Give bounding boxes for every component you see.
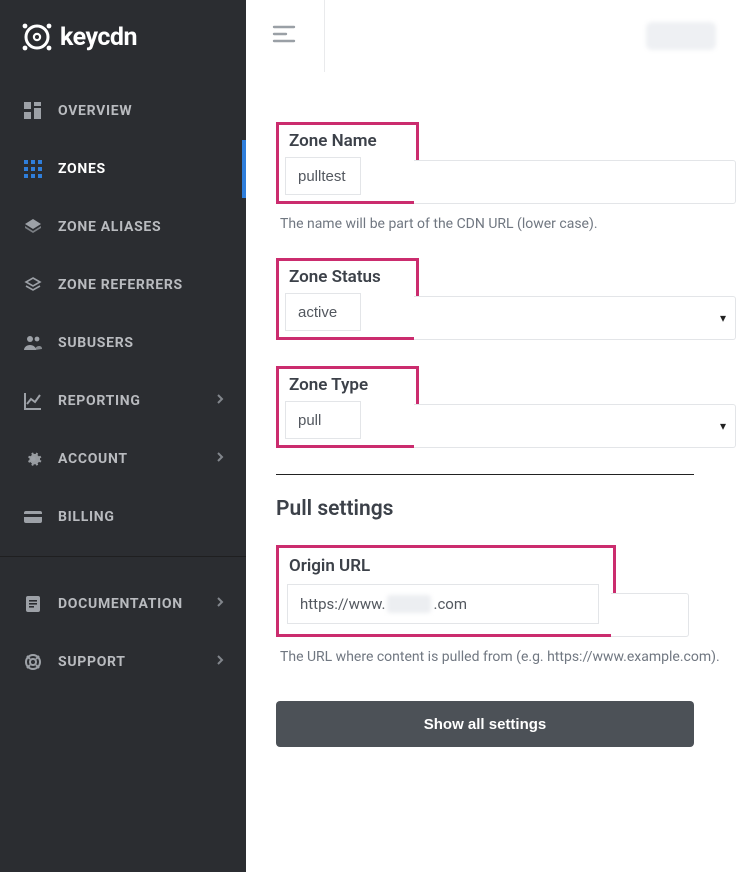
- field-zone-status: Zone Status: [276, 258, 736, 340]
- sidebar-item-label: ACCOUNT: [58, 451, 128, 467]
- sidebar-item-label: REPORTING: [58, 393, 141, 409]
- sidebar-item-label: DOCUMENTATION: [58, 596, 183, 612]
- sidebar-item-zones[interactable]: ZONES: [0, 140, 246, 198]
- highlight-zone-type: Zone Type: [276, 366, 419, 448]
- field-zone-type: Zone Type: [276, 366, 736, 448]
- sidebar-item-overview[interactable]: OVERVIEW: [0, 82, 246, 140]
- highlight-origin-url: Origin URL https://www. .com: [276, 545, 616, 637]
- label-zone-status: Zone Status: [285, 265, 385, 293]
- topbar: [246, 0, 736, 72]
- sidebar-item-label: ZONES: [58, 161, 106, 177]
- sidebar-item-label: BILLING: [58, 509, 115, 525]
- brand-icon: [20, 20, 54, 54]
- origin-url-suffix: .com: [433, 595, 467, 613]
- doc-icon: [22, 593, 44, 615]
- help-zone-name: The name will be part of the CDN URL (lo…: [280, 216, 736, 232]
- label-zone-name: Zone Name: [285, 129, 381, 157]
- chevron-right-icon: [216, 393, 224, 409]
- sidebar-item-label: ZONE REFERRERS: [58, 277, 183, 293]
- zone-status-select[interactable]: [285, 293, 361, 331]
- menu-icon[interactable]: [272, 24, 296, 48]
- brand-name: keycdn: [60, 23, 137, 52]
- chevron-right-icon: [216, 451, 224, 467]
- label-origin-url: Origin URL: [287, 554, 372, 584]
- topbar-divider: [324, 0, 325, 72]
- sidebar-item-label: ZONE ALIASES: [58, 219, 161, 235]
- sidebar-separator: [0, 556, 246, 557]
- sidebar-item-account[interactable]: ACCOUNT: [0, 430, 246, 488]
- lifebuoy-icon: [22, 651, 44, 673]
- zone-name-input[interactable]: [285, 157, 361, 195]
- origin-url-prefix: https://www.: [300, 595, 385, 613]
- nav: OVERVIEW ZONES ZONE ALIASES ZONE REFERRE…: [0, 82, 246, 546]
- highlight-zone-status: Zone Status: [276, 258, 419, 340]
- dashboard-icon: [22, 100, 44, 122]
- nav-secondary: DOCUMENTATION SUPPORT: [0, 575, 246, 691]
- main: Zone Name The name will be part of the C…: [246, 0, 736, 872]
- field-origin-url: Origin URL https://www. .com The URL whe…: [276, 545, 736, 665]
- zone-type-select[interactable]: [285, 401, 361, 439]
- users-icon: [22, 332, 44, 354]
- chevron-right-icon: [216, 654, 224, 670]
- sidebar-item-subusers[interactable]: SUBUSERS: [0, 314, 246, 372]
- origin-url-input[interactable]: https://www. .com: [287, 584, 599, 624]
- sidebar-item-billing[interactable]: BILLING: [0, 488, 246, 546]
- zone-name-input-tail[interactable]: [414, 160, 736, 204]
- card-icon: [22, 506, 44, 528]
- zone-type-select-tail[interactable]: [414, 404, 736, 448]
- sidebar-item-label: SUPPORT: [58, 654, 126, 670]
- chart-icon: [22, 390, 44, 412]
- gear-icon: [22, 448, 44, 470]
- section-title-pull: Pull settings: [276, 497, 736, 521]
- label-zone-type: Zone Type: [285, 373, 372, 401]
- sidebar-item-reporting[interactable]: REPORTING: [0, 372, 246, 430]
- field-zone-name: Zone Name The name will be part of the C…: [276, 122, 736, 232]
- chevron-right-icon: [216, 596, 224, 612]
- sidebar-item-support[interactable]: SUPPORT: [0, 633, 246, 691]
- content: Zone Name The name will be part of the C…: [246, 72, 736, 872]
- sidebar-item-zone-referrers[interactable]: ZONE REFERRERS: [0, 256, 246, 314]
- user-badge-redacted: [646, 22, 716, 50]
- sidebar: keycdn OVERVIEW ZONES ZONE ALIASES: [0, 0, 246, 872]
- sidebar-item-label: OVERVIEW: [58, 103, 132, 119]
- layers-outline-icon: [22, 274, 44, 296]
- sidebar-item-label: SUBUSERS: [58, 335, 134, 351]
- logo[interactable]: keycdn: [0, 0, 246, 74]
- sidebar-item-documentation[interactable]: DOCUMENTATION: [0, 575, 246, 633]
- layers-icon: [22, 216, 44, 238]
- show-all-settings-button[interactable]: Show all settings: [276, 701, 694, 747]
- zone-status-select-tail[interactable]: [414, 296, 736, 340]
- zone-form: Zone Name The name will be part of the C…: [276, 102, 736, 787]
- help-origin-url: The URL where content is pulled from (e.…: [280, 649, 736, 665]
- origin-url-redacted: [387, 595, 431, 613]
- origin-url-input-tail[interactable]: [611, 593, 689, 637]
- sidebar-item-zone-aliases[interactable]: ZONE ALIASES: [0, 198, 246, 256]
- section-divider: [276, 474, 694, 475]
- grid-icon: [22, 158, 44, 180]
- highlight-zone-name: Zone Name: [276, 122, 419, 204]
